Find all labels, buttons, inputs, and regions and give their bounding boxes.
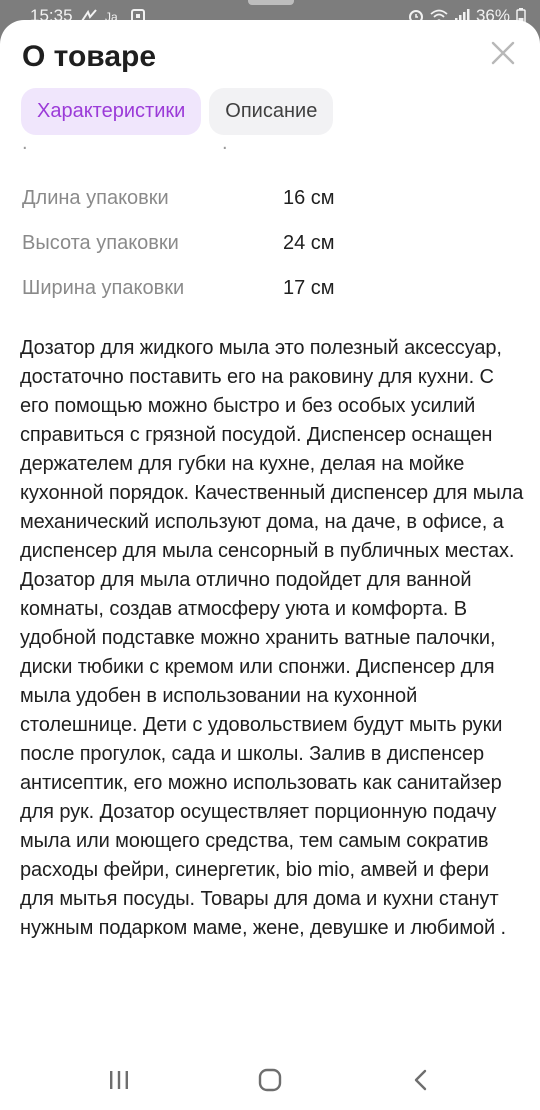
spec-label: Ширина упаковки (22, 277, 185, 299)
back-button[interactable] (401, 1060, 441, 1100)
status-handle (248, 0, 294, 5)
spec-value: 24 см (283, 232, 335, 254)
spec-row: Высота упаковки 24 см (22, 221, 522, 266)
navigation-bar (0, 1050, 540, 1110)
home-icon (258, 1068, 282, 1092)
tabs: Характеристики Описание (21, 88, 334, 135)
back-icon (414, 1069, 427, 1091)
recents-button[interactable] (99, 1060, 139, 1100)
sheet-title: О товаре (22, 40, 157, 73)
specs-list: Длина упаковки 16 см Высота упаковки 24 … (22, 176, 522, 311)
home-button[interactable] (250, 1060, 290, 1100)
spec-value: 16 см (283, 187, 335, 209)
close-button[interactable] (490, 40, 516, 66)
recents-icon (110, 1071, 128, 1089)
product-description: Дозатор для жидкого мыла это полезный ак… (20, 337, 524, 939)
tab-label: Характеристики (37, 100, 186, 122)
screen: 15:35 Ja 36% О товаре Характеристики Опи… (0, 0, 540, 1110)
tab-label: Описание (225, 100, 318, 122)
tab-characteristics[interactable]: Характеристики (21, 88, 202, 135)
close-icon (491, 41, 515, 65)
spec-row: Длина упаковки 16 см (22, 176, 522, 221)
spec-label: Длина упаковки (22, 187, 169, 209)
partially-scrolled-row: . . (22, 142, 228, 154)
tab-description[interactable]: Описание (209, 88, 334, 135)
product-info-sheet: О товаре Характеристики Описание . . Дли… (0, 20, 540, 1110)
spec-value: 17 см (283, 277, 335, 299)
spec-row: Ширина упаковки 17 см (22, 266, 522, 311)
content-scroll-area[interactable]: . . Длина упаковки 16 см Высота упаковки… (0, 142, 540, 1026)
spec-label: Высота упаковки (22, 232, 179, 254)
